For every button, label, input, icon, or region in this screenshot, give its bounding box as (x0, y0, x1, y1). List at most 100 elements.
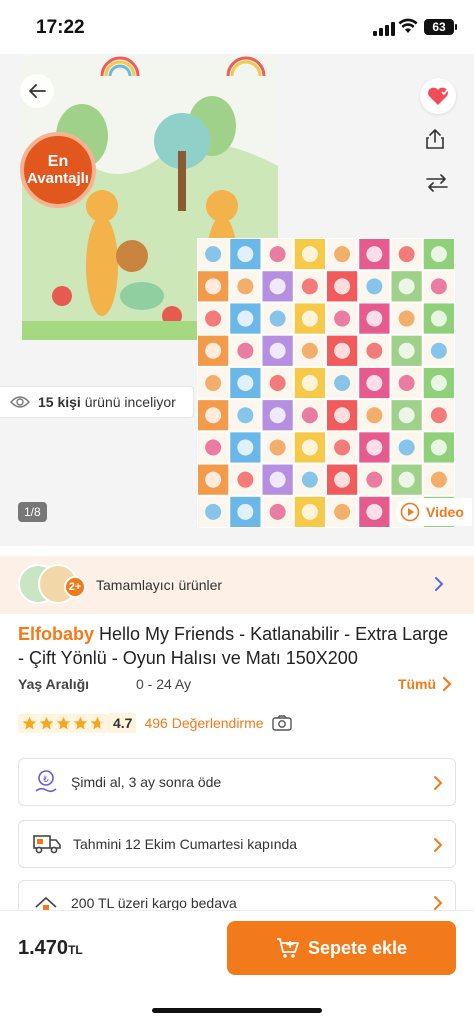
mat-animal (430, 278, 447, 295)
heart-icon (428, 87, 449, 105)
mat-animal (334, 246, 351, 263)
chevron-right-icon (434, 776, 443, 790)
mat-animal (398, 471, 415, 488)
mat-animal (430, 342, 447, 359)
age-range-row: Yaş Aralığı 0 - 24 Ay Tümü (18, 676, 458, 696)
mat-animal (269, 375, 286, 391)
free-shipping-row[interactable]: 200 TL üzeri kargo bedava (18, 880, 456, 910)
mat-animal (237, 278, 254, 295)
wifi-icon (398, 18, 418, 33)
viewers-text: ürünü inceliyor (84, 394, 176, 410)
mat-animal (334, 278, 351, 295)
eye-icon (10, 396, 30, 408)
free-shipping-label: 200 TL üzeri kargo bedava (71, 895, 237, 910)
mat-animal (398, 246, 415, 263)
mat-animal (205, 310, 222, 327)
back-arrow-icon (29, 84, 46, 98)
image-pager: 1/8 (18, 502, 47, 522)
mat-animal (301, 439, 318, 456)
mat-animal (301, 278, 318, 295)
mat-animal (301, 407, 318, 424)
mat-animal (398, 375, 415, 391)
installment-row[interactable]: ₺ Şimdi al, 3 ay sonra öde (18, 758, 456, 806)
star-icon (22, 716, 37, 729)
mat-animal (269, 439, 286, 456)
all-label: Tümü (397, 676, 436, 692)
mat-animal (269, 407, 286, 424)
chevron-right-icon (434, 896, 443, 910)
best-deal-badge: En Avantajlı (20, 132, 96, 208)
mat-animal (205, 278, 222, 295)
camera-icon[interactable] (271, 715, 292, 731)
product-gallery[interactable]: En Avantajlı 15 kişi ürünü inceliyor 1/8… (0, 54, 474, 530)
mat-animal (366, 407, 383, 424)
mat-animal (301, 503, 318, 520)
mat-animal (205, 471, 222, 488)
age-range-value: 0 - 24 Ay (136, 676, 192, 692)
viewers-info: 15 kişi ürünü inceliyor (0, 386, 194, 418)
mat-animal (398, 439, 415, 456)
mat-animal (334, 503, 351, 520)
mat-animal (269, 246, 286, 263)
svg-text:₺: ₺ (43, 774, 49, 784)
chevron-right-icon (434, 838, 443, 852)
mat-animal (334, 471, 351, 488)
favorite-button[interactable] (420, 78, 456, 114)
product-brand[interactable]: Elfobaby (18, 624, 94, 644)
mat-animal (205, 439, 222, 456)
mat-animal (430, 310, 447, 327)
mat-animal (430, 439, 447, 456)
star-icon (56, 716, 71, 729)
mat-animal (237, 375, 254, 391)
status-time: 17:22 (36, 17, 85, 38)
delivery-row[interactable]: Tahmini 12 Ekim Cumartesi kapında (18, 820, 456, 868)
mat-animal (334, 310, 351, 327)
play-icon (400, 502, 420, 522)
rating-row[interactable]: 4.7 496 Değerlendirme (18, 712, 292, 734)
mat-animal (301, 342, 318, 359)
review-count[interactable]: 496 Değerlendirme (144, 715, 263, 731)
battery-icon: 63 (424, 19, 457, 35)
truck-icon (33, 835, 61, 854)
mat-animal (205, 503, 222, 520)
bottom-bar: 1.470TL Sepete ekle (0, 910, 474, 988)
mat-animal (430, 246, 447, 263)
rating-score: 4.7 (109, 713, 137, 733)
mat-animal (334, 407, 351, 424)
product-image-secondary[interactable] (197, 238, 455, 528)
mat-animal (366, 375, 383, 391)
mat-animal (334, 342, 351, 359)
mat-animal (269, 278, 286, 295)
star-icon (39, 716, 54, 729)
mat-animal (269, 310, 286, 327)
all-attributes-link[interactable]: Tümü (398, 676, 452, 692)
mat-animal (430, 407, 447, 424)
chevron-right-icon (442, 676, 452, 692)
mat-animal (237, 342, 254, 359)
mat-animal (205, 407, 222, 424)
rating-stars (18, 713, 109, 733)
mat-animal (269, 503, 286, 520)
mat-animal (398, 278, 415, 295)
star-icon (73, 716, 88, 729)
section-divider (0, 530, 474, 546)
mat-animal (301, 246, 318, 263)
back-button[interactable] (20, 74, 54, 108)
mat-animal (205, 375, 222, 391)
share-icon[interactable] (425, 128, 445, 150)
star-icon (90, 716, 105, 729)
badge-line2: Avantajlı (27, 169, 89, 187)
installment-label: Şimdi al, 3 ay sonra öde (71, 774, 222, 790)
complementary-label: Tamamlayıcı ürünler (96, 577, 223, 593)
cart-plus-icon (276, 938, 299, 958)
mat-animal (430, 375, 447, 391)
mat-animal (301, 310, 318, 327)
compare-icon[interactable] (425, 174, 449, 192)
delivery-label: Tahmini 12 Ekim Cumartesi kapında (73, 836, 298, 852)
add-to-cart-button[interactable]: Sepete ekle (227, 921, 456, 975)
video-button[interactable]: Video (396, 498, 472, 526)
mat-animal (366, 278, 383, 295)
complementary-products[interactable]: 2+ Tamamlayıcı ürünler (0, 556, 474, 614)
mat-animal (366, 503, 383, 520)
chevron-right-icon (435, 577, 444, 591)
